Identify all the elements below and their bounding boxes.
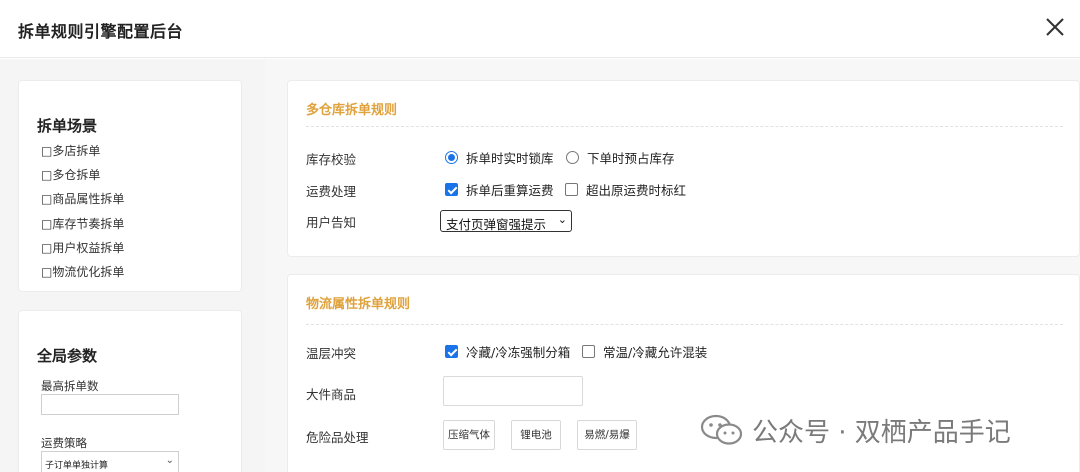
stock-check-option-realtime[interactable]: 拆单时实时锁库 bbox=[445, 148, 554, 167]
global-params-title: 全局参数 bbox=[37, 347, 98, 365]
temperature-option-separate[interactable]: 冷藏/冷冻强制分箱 bbox=[445, 342, 570, 361]
bulky-goods-label: 大件商品 bbox=[306, 387, 357, 402]
section-divider bbox=[306, 126, 1063, 127]
hazard-tag-compressed-gas[interactable]: 压缩气体 bbox=[443, 420, 495, 450]
checkbox-unchecked[interactable] bbox=[582, 345, 595, 358]
window-title: 拆单规则引擎配置后台 bbox=[18, 22, 184, 41]
option-label: 常温/冷藏允许混装 bbox=[603, 345, 708, 360]
close-icon[interactable] bbox=[1040, 12, 1070, 42]
temperature-option-mix[interactable]: 常温/冷藏允许混装 bbox=[582, 342, 707, 361]
bulky-goods-input[interactable] bbox=[443, 376, 583, 406]
logistics-rules-title: 物流属性拆单规则 bbox=[306, 297, 411, 312]
scene-item[interactable]: □多店拆单 bbox=[41, 142, 100, 159]
freight-option-recalc[interactable]: 拆单后重算运费 bbox=[445, 180, 554, 199]
radio-selected[interactable] bbox=[445, 151, 458, 164]
freight-strategy-value: 子订单单独计算 bbox=[45, 461, 109, 471]
chevron-down-icon: ⌄ bbox=[165, 455, 174, 466]
global-params-panel: 全局参数 最高拆单数 运费策略 子订单单独计算 ⌄ bbox=[18, 310, 242, 472]
scene-item[interactable]: □用户权益拆单 bbox=[41, 239, 124, 256]
scene-item[interactable]: □多仓拆单 bbox=[41, 166, 100, 183]
stock-check-label: 库存校验 bbox=[306, 152, 357, 167]
option-label: 下单时预占库存 bbox=[587, 151, 675, 166]
hazard-tag-flammable[interactable]: 易燃/易爆 bbox=[577, 420, 637, 450]
user-notify-select[interactable]: 支付页弹窗强提示 ⌄ bbox=[440, 210, 572, 232]
watermark-text: 公众号 · 双栖产品手记 bbox=[752, 417, 1011, 448]
hazard-handling-label: 危险品处理 bbox=[306, 430, 369, 445]
hazard-tag-lithium-battery[interactable]: 锂电池 bbox=[511, 420, 561, 450]
freight-strategy-select[interactable]: 子订单单独计算 ⌄ bbox=[41, 451, 179, 472]
warehouse-rules-title: 多仓库拆单规则 bbox=[306, 103, 398, 118]
scene-panel: 拆单场景 □多店拆单 □多仓拆单 □商品属性拆单 □库存节奏拆单 □用户权益拆单… bbox=[18, 80, 242, 292]
title-bar: 拆单规则引擎配置后台 bbox=[0, 0, 1080, 58]
option-label: 拆单后重算运费 bbox=[466, 183, 554, 198]
freight-option-highlight[interactable]: 超出原运费时标红 bbox=[565, 180, 686, 199]
freight-strategy-label: 运费策略 bbox=[41, 436, 87, 450]
warehouse-rules-panel: 多仓库拆单规则 库存校验 拆单时实时锁库 下单时预占库存 运费处理 拆单后重算运… bbox=[287, 80, 1080, 257]
temperature-conflict-label: 温层冲突 bbox=[306, 346, 357, 361]
user-notify-label: 用户告知 bbox=[306, 215, 357, 230]
checkbox-checked[interactable] bbox=[445, 183, 458, 196]
scene-panel-title: 拆单场景 bbox=[37, 117, 98, 135]
chevron-down-icon: ⌄ bbox=[557, 213, 567, 226]
wechat-logo-icon bbox=[700, 414, 743, 445]
checkbox-unchecked[interactable] bbox=[565, 183, 578, 196]
radio-unselected[interactable] bbox=[566, 151, 579, 164]
watermark: 公众号 · 双栖产品手记 bbox=[700, 410, 1011, 450]
option-label: 超出原运费时标红 bbox=[586, 183, 687, 198]
section-divider bbox=[306, 324, 1063, 325]
option-label: 拆单时实时锁库 bbox=[466, 151, 554, 166]
scene-item[interactable]: □商品属性拆单 bbox=[41, 190, 124, 207]
user-notify-value: 支付页弹窗强提示 bbox=[446, 217, 547, 232]
max-split-label: 最高拆单数 bbox=[41, 379, 99, 393]
freight-handling-label: 运费处理 bbox=[306, 184, 357, 199]
max-split-input[interactable] bbox=[41, 394, 179, 415]
checkbox-checked[interactable] bbox=[445, 345, 458, 358]
stock-check-option-preoccupy[interactable]: 下单时预占库存 bbox=[566, 148, 675, 167]
scene-item[interactable]: □物流优化拆单 bbox=[41, 263, 124, 280]
option-label: 冷藏/冷冻强制分箱 bbox=[466, 345, 571, 360]
scene-item[interactable]: □库存节奏拆单 bbox=[41, 215, 124, 232]
